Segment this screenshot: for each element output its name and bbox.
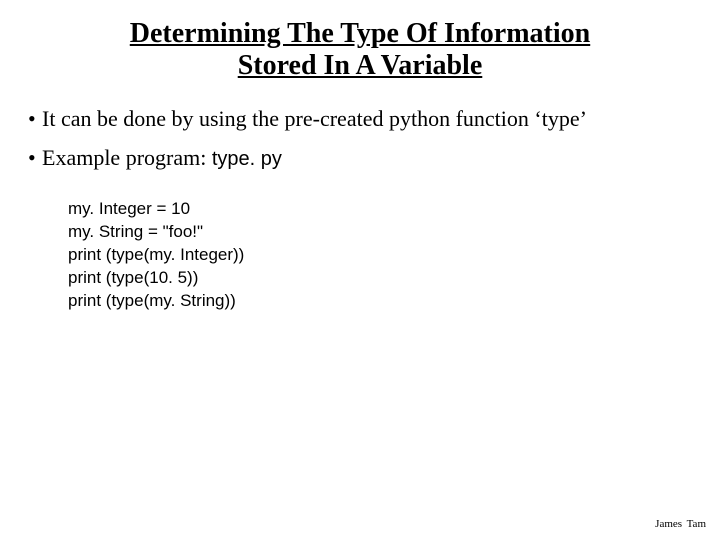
slide-title: Determining The Type Of Information Stor… (90, 18, 630, 82)
bullet-dot-icon: • (28, 141, 42, 174)
bullet-text-code: type. py (212, 148, 282, 170)
bullet-text: Example program: type. py (42, 141, 696, 174)
footer-author: James Tam (655, 518, 706, 530)
bullet-list: • It can be done by using the pre-create… (28, 102, 696, 174)
bullet-text-prefix: Example program: (42, 145, 212, 170)
bullet-text: It can be done by using the pre-created … (42, 102, 696, 135)
slide: Determining The Type Of Information Stor… (0, 0, 720, 540)
bullet-item: • Example program: type. py (28, 141, 696, 174)
bullet-dot-icon: • (28, 102, 42, 135)
code-block: my. Integer = 10 my. String = "foo!" pri… (68, 198, 696, 313)
bullet-item: • It can be done by using the pre-create… (28, 102, 696, 135)
